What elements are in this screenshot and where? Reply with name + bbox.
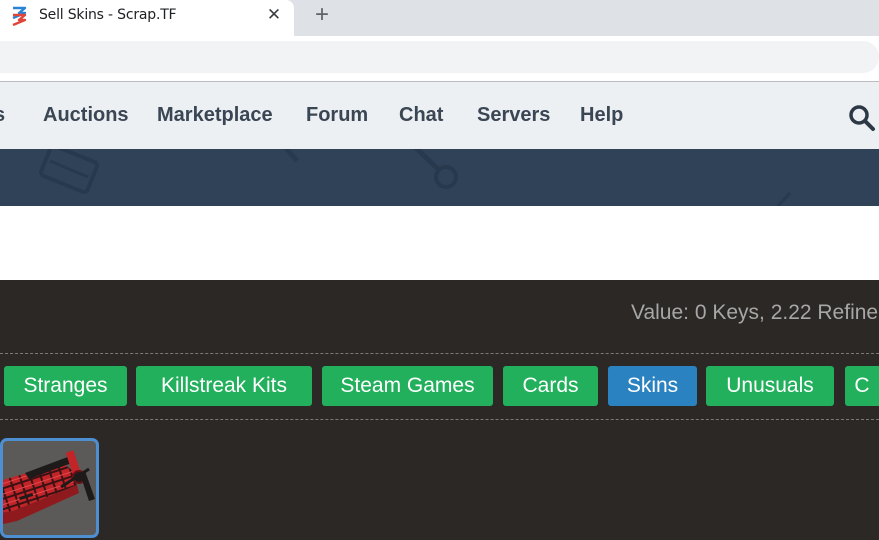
category-skins-button[interactable]: Skins xyxy=(608,366,697,406)
divider-bottom xyxy=(0,419,879,420)
category-truncated-button[interactable]: C xyxy=(845,366,879,406)
nav-item-chat[interactable]: Chat xyxy=(399,104,443,127)
nav-item-auctions[interactable]: Auctions xyxy=(43,104,129,127)
content-header-area xyxy=(0,206,879,280)
close-tab-icon[interactable]: ✕ xyxy=(264,5,284,25)
banner-pattern-icon xyxy=(39,149,792,206)
inventory-item-tile[interactable] xyxy=(0,438,99,538)
category-cards-button[interactable]: Cards xyxy=(503,366,598,406)
nav-item-servers[interactable]: Servers xyxy=(477,104,550,127)
scraptf-favicon-icon xyxy=(12,6,27,26)
hero-banner xyxy=(0,149,879,206)
site-navbar: s Auctions Marketplace Forum Chat Server… xyxy=(0,82,879,149)
browser-toolbar xyxy=(0,36,879,82)
category-steam-games-button[interactable]: Steam Games xyxy=(322,366,493,406)
browser-tabstrip: Sell Skins - Scrap.TF ✕ + xyxy=(0,0,879,36)
divider-top xyxy=(0,353,879,354)
nav-item-forum[interactable]: Forum xyxy=(306,104,368,127)
address-bar[interactable] xyxy=(0,41,879,73)
browser-tab[interactable]: Sell Skins - Scrap.TF ✕ xyxy=(0,0,294,36)
new-tab-icon[interactable]: + xyxy=(311,3,333,27)
red-plaid-weapon-skin-icon xyxy=(3,450,95,525)
nav-item-marketplace[interactable]: Marketplace xyxy=(157,104,273,127)
nav-item-truncated[interactable]: s xyxy=(0,104,5,127)
value-summary: Value: 0 Keys, 2.22 Refined xyxy=(631,301,879,324)
search-icon[interactable] xyxy=(848,104,876,132)
tab-title: Sell Skins - Scrap.TF xyxy=(39,7,177,23)
nav-item-help[interactable]: Help xyxy=(580,104,623,127)
category-stranges-button[interactable]: Stranges xyxy=(4,366,127,406)
category-killstreak-kits-button[interactable]: Killstreak Kits xyxy=(136,366,312,406)
category-unusuals-button[interactable]: Unusuals xyxy=(706,366,834,406)
